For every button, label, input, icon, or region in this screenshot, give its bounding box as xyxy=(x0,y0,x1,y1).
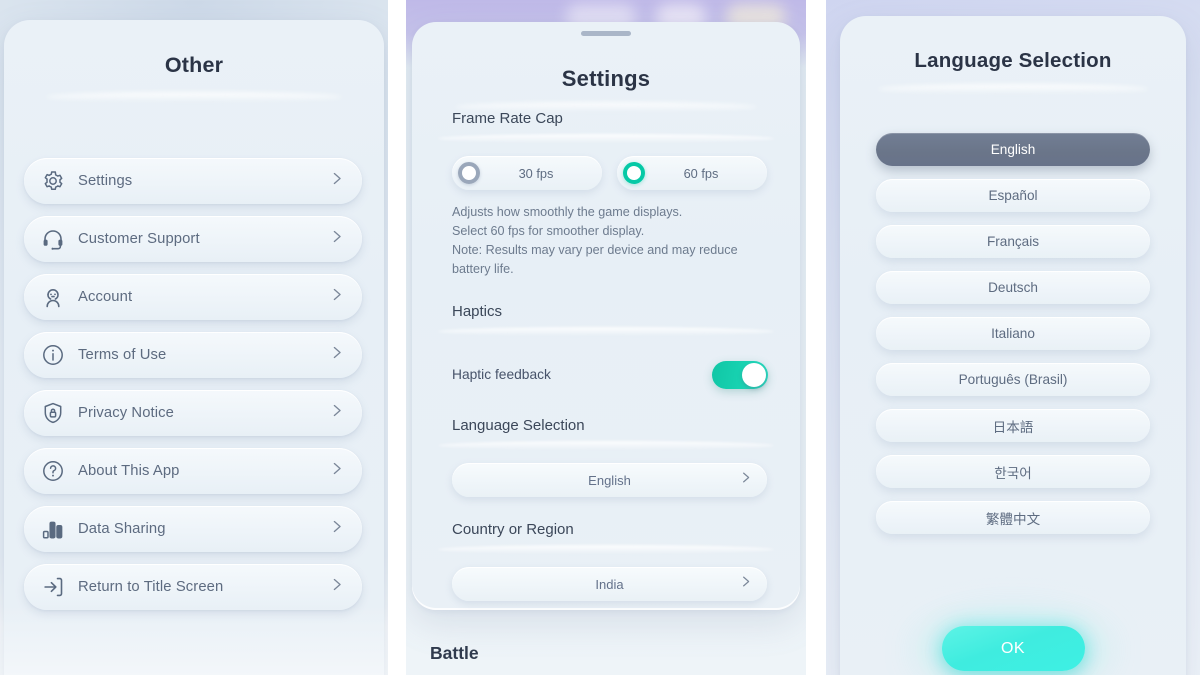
page-title-language: Language Selection xyxy=(914,49,1112,72)
chevron-right-icon xyxy=(328,576,345,598)
chevron-right-icon xyxy=(738,470,753,490)
menu-item-settings[interactable]: Settings xyxy=(24,158,362,204)
question-circle-icon xyxy=(39,458,66,485)
panel-gap-2 xyxy=(806,0,826,675)
language-card: Language Selection English Español Françai… xyxy=(840,16,1186,675)
language-select[interactable]: English xyxy=(452,463,767,497)
screenshot-stage: Other Settings Customer Support Account Ter… xyxy=(0,0,1200,675)
menu-item-label: Data Sharing xyxy=(78,521,166,537)
menu-item-terms-of-use[interactable]: Terms of Use xyxy=(24,332,362,378)
helper-line: Select 60 fps for smoother display. xyxy=(452,224,645,238)
panel-language-selection: Language Selection English Español Françai… xyxy=(826,0,1200,675)
chevron-right-icon xyxy=(328,228,345,250)
chevron-right-icon xyxy=(328,460,345,482)
language-option[interactable]: 日本語 xyxy=(876,409,1150,442)
language-option[interactable]: Italiano xyxy=(876,317,1150,350)
frame-rate-option-60-label: 60 fps xyxy=(683,165,719,181)
language-option[interactable]: Português (Brasil) xyxy=(876,363,1150,396)
section-heading-language: Language Selection xyxy=(452,417,585,434)
menu-item-label: Settings xyxy=(78,173,133,189)
page-title-settings: Settings xyxy=(561,66,651,91)
shield-lock-icon xyxy=(39,400,66,427)
bar-chart-icon xyxy=(39,516,66,543)
menu-item-label: Terms of Use xyxy=(78,347,167,363)
menu-item-return-to-title-screen[interactable]: Return to Title Screen xyxy=(24,564,362,610)
frame-rate-option-60[interactable]: 60 fps xyxy=(617,156,767,190)
language-option-selected[interactable]: English xyxy=(876,133,1150,166)
language-option[interactable]: Deutsch xyxy=(876,271,1150,304)
menu-item-data-sharing[interactable]: Data Sharing xyxy=(24,506,362,552)
section-divider xyxy=(438,134,774,143)
frame-rate-options: 30 fps 60 fps xyxy=(412,156,800,190)
page-title-other: Other xyxy=(164,53,224,77)
language-option[interactable]: 한국어 xyxy=(876,455,1150,488)
chevron-right-icon xyxy=(328,402,345,424)
radio-selected-icon xyxy=(623,162,645,184)
menu-item-about-this-app[interactable]: About This App xyxy=(24,448,362,494)
country-select[interactable]: India xyxy=(452,567,767,601)
info-circle-icon xyxy=(39,342,66,369)
section-divider xyxy=(438,327,774,336)
headset-icon xyxy=(39,226,66,253)
chevron-right-icon xyxy=(738,574,753,594)
sheet-drag-handle[interactable] xyxy=(581,31,631,36)
ok-button-container: OK xyxy=(840,626,1186,671)
menu-item-account[interactable]: Account xyxy=(24,274,362,320)
settings-body: Frame Rate Cap 30 fps 60 fps Adjusts how… xyxy=(412,110,800,601)
menu-item-label: Privacy Notice xyxy=(78,405,174,421)
haptic-feedback-row: Haptic feedback xyxy=(412,349,800,393)
language-option-list: English Español Français Deutsch Italiano Por… xyxy=(876,133,1150,547)
country-select-value: India xyxy=(595,576,624,592)
frame-rate-helper-text: Adjusts how smoothly the game displays. … xyxy=(412,190,800,279)
panel-other: Other Settings Customer Support Account Ter… xyxy=(0,0,388,675)
section-heading-frame-rate: Frame Rate Cap xyxy=(452,110,563,127)
section-divider xyxy=(438,441,774,450)
haptic-feedback-label: Haptic feedback xyxy=(452,367,551,382)
section-heading-haptics: Haptics xyxy=(452,303,503,320)
gear-icon xyxy=(39,168,66,195)
helper-line: battery life. xyxy=(452,262,514,276)
language-option[interactable]: 繁體中文 xyxy=(876,501,1150,534)
section-heading-battle: Battle xyxy=(430,643,479,663)
radio-unselected-icon xyxy=(458,162,480,184)
haptic-feedback-toggle[interactable] xyxy=(712,360,768,389)
section-heading-country: Country or Region xyxy=(452,521,574,538)
helper-line: Adjusts how smoothly the game displays. xyxy=(452,205,683,219)
section-divider xyxy=(438,545,774,554)
language-option[interactable]: Español xyxy=(876,179,1150,212)
menu-item-customer-support[interactable]: Customer Support xyxy=(24,216,362,262)
chevron-right-icon xyxy=(328,518,345,540)
language-select-value: English xyxy=(588,472,631,488)
panel-settings: Settings Frame Rate Cap 30 fps 60 fps Ad… xyxy=(406,0,806,675)
language-option[interactable]: Français xyxy=(876,225,1150,258)
helper-line: Note: Results may vary per device and ma… xyxy=(452,243,738,257)
chevron-right-icon xyxy=(328,170,345,192)
other-card: Other Settings Customer Support Account Ter… xyxy=(4,20,384,675)
menu-item-label: Account xyxy=(78,289,133,305)
chevron-right-icon xyxy=(328,344,345,366)
panel-gap-1 xyxy=(388,0,406,675)
toggle-knob xyxy=(742,362,766,387)
title-divider xyxy=(45,92,343,102)
menu-item-label: About This App xyxy=(78,463,180,479)
person-icon xyxy=(39,284,66,311)
menu-item-label: Customer Support xyxy=(78,231,200,247)
ok-button[interactable]: OK xyxy=(941,626,1085,671)
language-title-divider xyxy=(878,84,1148,94)
menu-item-privacy-notice[interactable]: Privacy Notice xyxy=(24,390,362,436)
settings-card: Settings Frame Rate Cap 30 fps 60 fps Ad… xyxy=(412,22,800,610)
menu-item-label: Return to Title Screen xyxy=(78,579,224,595)
exit-arrow-icon xyxy=(39,574,66,601)
chevron-right-icon xyxy=(328,286,345,308)
other-menu-list: Settings Customer Support Account Terms of … xyxy=(24,158,362,622)
frame-rate-option-30[interactable]: 30 fps xyxy=(452,156,602,190)
frame-rate-option-30-label: 30 fps xyxy=(518,165,554,181)
